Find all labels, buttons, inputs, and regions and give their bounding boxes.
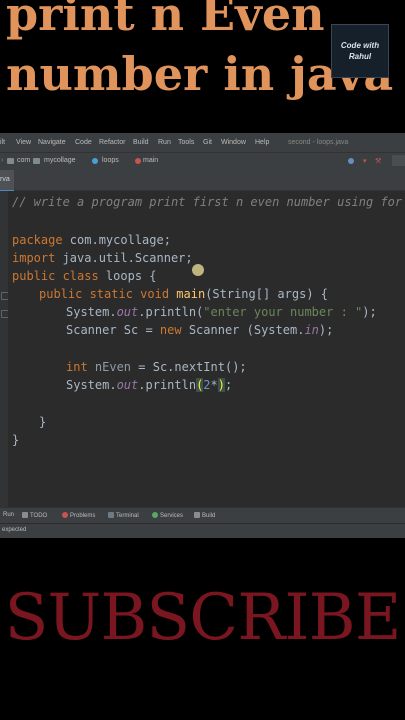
code-line-close-class: } xyxy=(12,433,20,447)
keyword: import xyxy=(12,251,56,265)
menu-item-code[interactable]: Code xyxy=(75,139,92,146)
status-bar: expected xyxy=(0,523,405,538)
code-text: (String[] args) { xyxy=(205,287,329,301)
terminal-icon xyxy=(108,512,114,518)
todo-tool-button[interactable]: TODO xyxy=(22,512,47,519)
problems-icon xyxy=(62,512,68,518)
folder-icon xyxy=(7,158,14,164)
todo-label: TODO xyxy=(30,513,48,519)
services-icon xyxy=(152,512,158,518)
services-tool-button[interactable]: Services xyxy=(152,512,183,519)
tab-loops-java[interactable]: rva xyxy=(0,170,14,192)
code-line-main: public static void main(String[] args) { xyxy=(39,285,328,303)
build-icon xyxy=(194,512,200,518)
menu-item-help[interactable]: Help xyxy=(255,139,269,146)
code-text: ); xyxy=(318,323,334,337)
menu-item-window[interactable]: Window xyxy=(221,139,246,146)
problems-tool-button[interactable]: Problems xyxy=(62,512,95,519)
code-text: com.mycollage; xyxy=(62,233,171,247)
editor-gutter xyxy=(0,191,9,507)
code-text: java.util.Scanner; xyxy=(55,251,193,265)
channel-badge: Code with Rahul xyxy=(331,24,389,78)
badge-text-line-1: Code with xyxy=(340,41,380,50)
menu-item-view[interactable]: View xyxy=(16,139,31,146)
chevron-right-icon: › xyxy=(1,157,4,164)
variable-name: nEven xyxy=(87,360,132,374)
editor-tab-bar: rva xyxy=(0,170,405,192)
run-config-dropdown[interactable] xyxy=(392,155,405,166)
keyword: public static void xyxy=(39,287,170,301)
navigation-bar: › com mycollage loops main ▾ ⚒ xyxy=(0,152,405,171)
hammer-icon[interactable]: ⚒ xyxy=(375,157,381,165)
tool-window-bar: Run TODO Problems Terminal Services Buil… xyxy=(0,507,405,524)
badge-text-line-2: Rahul xyxy=(348,52,372,61)
code-text: loops { xyxy=(98,269,157,283)
code-line-nextint: int nEven = Sc.nextInt(); xyxy=(66,358,247,376)
method-name: main xyxy=(176,287,206,301)
user-icon[interactable] xyxy=(348,158,354,164)
code-editor[interactable]: // write a program print first n even nu… xyxy=(8,191,405,507)
keyword: package xyxy=(12,233,63,247)
menu-bar: ilt View Navigate Code Refactor Build Ru… xyxy=(0,133,405,152)
keyword: new xyxy=(159,323,182,337)
terminal-tool-button[interactable]: Terminal xyxy=(108,512,139,519)
code-text: Scanner Sc = xyxy=(66,323,160,337)
menu-item-edit[interactable]: ilt xyxy=(0,139,5,146)
code-text: .println( xyxy=(138,305,204,319)
video-title-line-1: print n Even xyxy=(6,0,325,41)
breadcrumb-com[interactable]: com xyxy=(17,157,30,164)
breadcrumb-main[interactable]: main xyxy=(143,157,158,164)
menu-item-refactor[interactable]: Refactor xyxy=(99,139,125,146)
code-line-println-result: System.out.println(2*); xyxy=(66,376,232,394)
code-text: = Sc.nextInt(); xyxy=(131,360,247,374)
build-tool-button[interactable]: Build xyxy=(194,512,215,519)
keyword: int xyxy=(66,360,88,374)
run-tool-button[interactable]: Run xyxy=(3,512,14,518)
code-line-package: package com.mycollage; xyxy=(12,231,171,249)
window-title: second - loops.java xyxy=(288,139,349,146)
field-in: in xyxy=(304,323,319,337)
status-message: expected xyxy=(2,527,27,533)
menu-item-build[interactable]: Build xyxy=(133,139,149,146)
code-text: .println xyxy=(138,378,197,392)
matched-paren: ) xyxy=(217,378,225,392)
number-literal: 2 xyxy=(203,378,211,392)
code-line-println-prompt: System.out.println("enter your number : … xyxy=(66,303,377,321)
code-text: ); xyxy=(362,305,377,319)
code-line-class: public class loops { xyxy=(12,267,157,285)
field-out: out xyxy=(116,305,139,319)
subscribe-banner: SUBSCRIBE xyxy=(4,581,402,655)
field-out: out xyxy=(116,378,139,392)
build-label: Build xyxy=(202,513,216,519)
string-literal: "enter your number : " xyxy=(203,305,363,319)
folder-icon xyxy=(33,158,40,164)
tab-label: rva xyxy=(0,176,10,183)
mouse-cursor-indicator xyxy=(192,264,204,276)
breadcrumb-loops[interactable]: loops xyxy=(102,157,119,164)
code-line-scanner: Scanner Sc = new Scanner (System.in); xyxy=(66,321,333,339)
terminal-label: Terminal xyxy=(116,513,139,519)
ide-window: ilt View Navigate Code Refactor Build Ru… xyxy=(0,133,405,538)
code-text: Scanner (System. xyxy=(181,323,305,337)
run-config-icon[interactable]: ▾ xyxy=(363,157,367,165)
menu-item-run[interactable]: Run xyxy=(158,139,171,146)
code-line-import: import java.util.Scanner; xyxy=(12,249,193,267)
code-text: ; xyxy=(225,378,233,392)
class-icon xyxy=(92,158,98,164)
menu-item-tools[interactable]: Tools xyxy=(178,139,194,146)
code-text: System. xyxy=(66,305,117,319)
method-icon xyxy=(135,158,141,164)
keyword: public class xyxy=(12,269,99,283)
problems-label: Problems xyxy=(70,513,96,519)
code-line-close-method: } xyxy=(39,415,47,429)
code-text: System. xyxy=(66,378,117,392)
menu-item-git[interactable]: Git xyxy=(203,139,212,146)
code-text: * xyxy=(210,378,218,392)
breadcrumb-mycollage[interactable]: mycollage xyxy=(44,157,76,164)
code-comment: // write a program print first n even nu… xyxy=(12,195,405,209)
list-icon xyxy=(22,512,28,518)
services-label: Services xyxy=(160,513,184,519)
menu-item-navigate[interactable]: Navigate xyxy=(38,139,66,146)
